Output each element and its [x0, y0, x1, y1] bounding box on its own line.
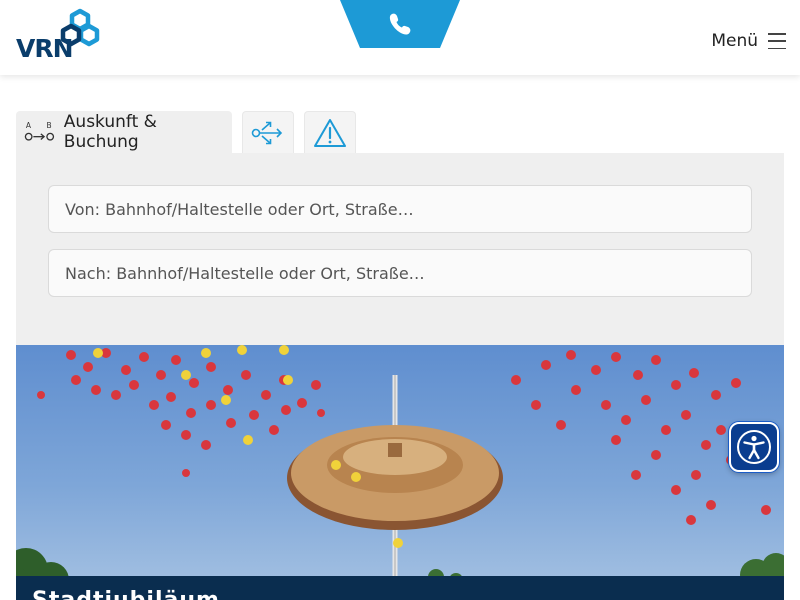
tab-connections[interactable] [242, 111, 294, 153]
svg-text:B: B [46, 121, 51, 130]
from-input[interactable] [48, 185, 752, 233]
menu-label: Menü [711, 31, 758, 51]
hero-caption: Stadtjubiläum... [32, 588, 248, 600]
trip-planner-panel [16, 153, 784, 345]
hero-caption-bar: Stadtjubiläum... [16, 576, 784, 600]
route-a-to-b-icon: A B [24, 121, 55, 141]
logo-text: VRN [16, 34, 74, 63]
planner-tabs: A B Auskunft & Buchung [16, 111, 356, 153]
hero-illustration [16, 345, 784, 600]
site-header: VRN Menü [0, 0, 800, 75]
share-connections-icon [251, 121, 283, 144]
accessibility-button[interactable] [729, 422, 779, 472]
accessibility-person-icon [737, 430, 771, 464]
menu-button[interactable]: Menü [711, 31, 786, 51]
to-input[interactable] [48, 249, 752, 297]
vrn-logo[interactable]: VRN [16, 8, 100, 63]
tab-label: Auskunft & Buchung [63, 112, 157, 152]
tab-disruptions[interactable] [304, 111, 356, 153]
tab-auskunft-buchung[interactable]: A B Auskunft & Buchung [16, 111, 232, 153]
hero-image[interactable]: Stadtjubiläum... [16, 345, 784, 600]
phone-button[interactable] [340, 0, 460, 48]
svg-text:A: A [26, 121, 32, 130]
hamburger-icon [768, 33, 786, 49]
warning-icon [314, 118, 346, 147]
